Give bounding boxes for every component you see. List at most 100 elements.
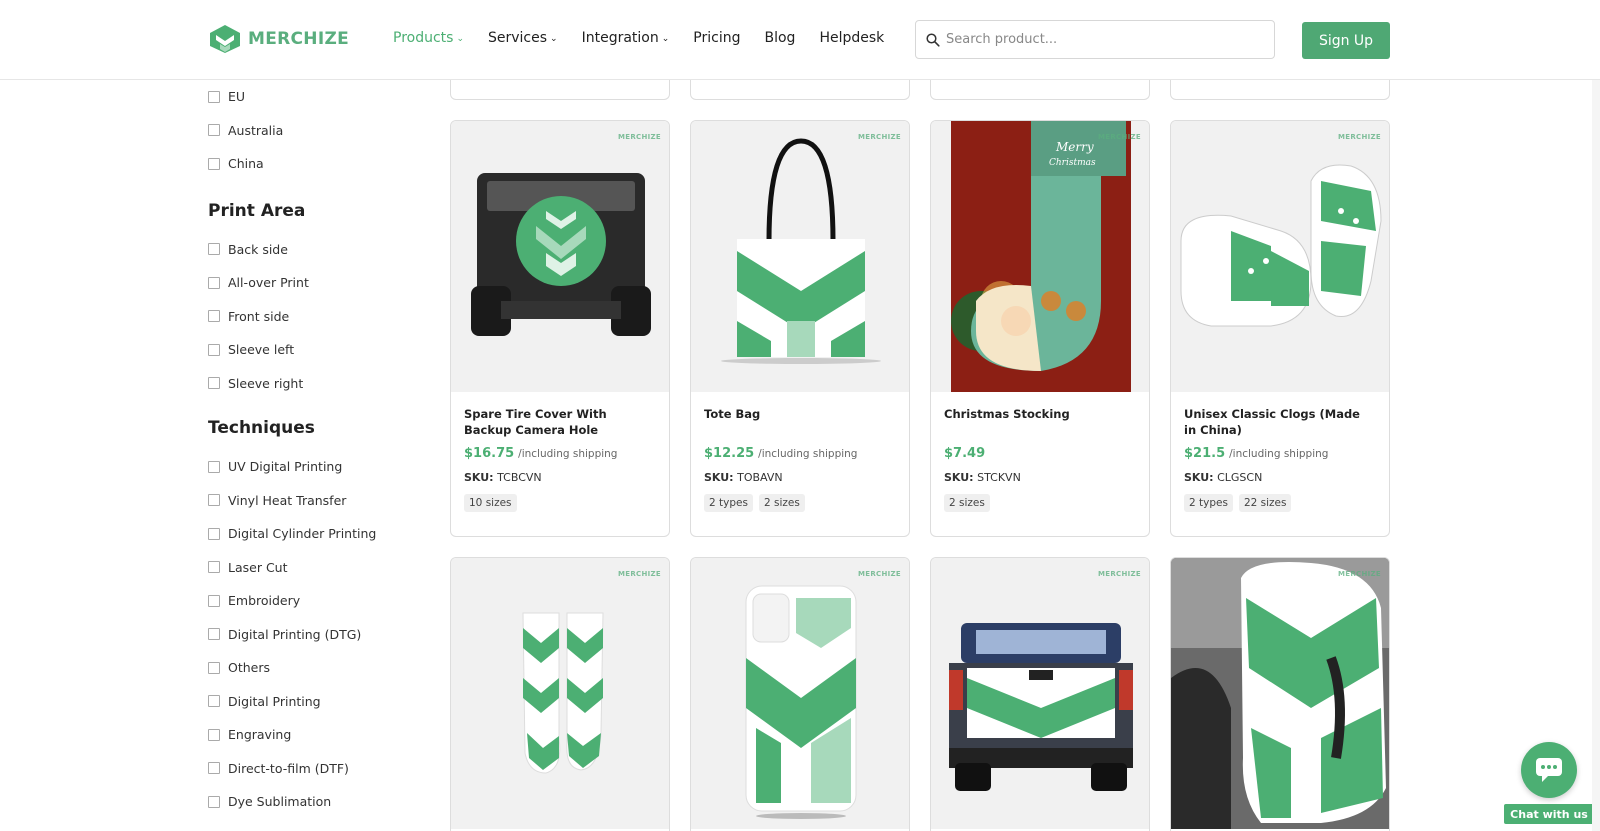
filter-technique[interactable]: Others xyxy=(208,651,428,685)
filter-technique[interactable]: Digital Cylinder Printing xyxy=(208,517,428,551)
checkbox[interactable] xyxy=(208,276,220,289)
filter-technique[interactable]: Dye Sublimation xyxy=(208,785,428,819)
checkbox[interactable] xyxy=(208,460,220,473)
sku-line: SKU: TOBAVN xyxy=(704,471,896,484)
product-info: Unisex Classic Clogs (Made in China) $21… xyxy=(1171,392,1389,524)
product-title[interactable]: Unisex Classic Clogs (Made in China) xyxy=(1184,406,1376,440)
chat-label[interactable]: Chat with us xyxy=(1504,804,1594,824)
nav-services[interactable]: Services ⌄ xyxy=(488,30,558,46)
nav-label: Blog xyxy=(764,30,796,46)
checkbox[interactable] xyxy=(208,728,220,741)
merchize-logo[interactable]: MERCHIZE xyxy=(208,24,349,54)
search-box[interactable] xyxy=(915,20,1275,59)
search-icon xyxy=(926,32,940,47)
product-card-stub[interactable] xyxy=(930,80,1150,100)
filter-label: All-over Print xyxy=(228,275,309,291)
filter-label: UV Digital Printing xyxy=(228,459,343,475)
filter-label: EU xyxy=(228,89,246,105)
checkbox[interactable] xyxy=(208,377,220,390)
filter-print-area[interactable]: Sleeve left xyxy=(208,333,428,367)
product-card[interactable]: MERCHIZE xyxy=(690,557,910,831)
filter-label: Sleeve left xyxy=(228,342,295,358)
nav-label: Pricing xyxy=(693,30,741,46)
filter-label: Others xyxy=(228,660,271,676)
car-seat-cover-illustration xyxy=(1171,558,1389,829)
truck-tailgate-image[interactable]: MERCHIZE xyxy=(931,558,1149,829)
car-seat-cover-image[interactable]: MERCHIZE xyxy=(1171,558,1389,829)
filter-technique[interactable]: Vinyl Heat Transfer xyxy=(208,484,428,518)
checkbox[interactable] xyxy=(208,243,220,256)
filter-print-area[interactable]: Sleeve right xyxy=(208,367,428,401)
checkbox[interactable] xyxy=(208,594,220,607)
checkbox[interactable] xyxy=(208,628,220,641)
filter-print-area[interactable]: All-over Print xyxy=(208,266,428,300)
product-card-stub[interactable] xyxy=(450,80,670,100)
checkbox[interactable] xyxy=(208,561,220,574)
socks-illustration xyxy=(522,612,604,774)
sku-value: TOBAVN xyxy=(737,471,783,484)
product-title[interactable]: Christmas Stocking xyxy=(944,406,1136,440)
filter-location-australia[interactable]: Australia xyxy=(208,114,428,148)
filter-print-area[interactable]: Back side xyxy=(208,233,428,267)
clogs-image[interactable]: MERCHIZE xyxy=(1171,121,1389,392)
checkbox[interactable] xyxy=(208,762,220,775)
filter-technique[interactable]: Embroidery xyxy=(208,584,428,618)
checkbox[interactable] xyxy=(208,157,220,170)
watermark: MERCHIZE xyxy=(858,570,901,578)
search-input[interactable] xyxy=(946,32,1246,47)
product-title[interactable]: Spare Tire Cover With Backup Camera Hole xyxy=(464,406,656,440)
checkbox[interactable] xyxy=(208,695,220,708)
spare-tire-cover-image[interactable]: MERCHIZE xyxy=(451,121,669,392)
filter-label: Front side xyxy=(228,308,290,324)
product-card-stub[interactable] xyxy=(1170,80,1390,100)
product-card[interactable]: MERCHIZE Spare Tire Cover With Backup Ca… xyxy=(450,120,670,537)
chat-icon[interactable] xyxy=(1521,742,1577,798)
checkbox[interactable] xyxy=(208,527,220,540)
checkbox[interactable] xyxy=(208,494,220,507)
chat-widget[interactable]: Chat with us xyxy=(1504,742,1594,827)
nav-helpdesk[interactable]: Helpdesk xyxy=(819,30,884,46)
nav-integration[interactable]: Integration ⌄ xyxy=(582,30,670,46)
nav-products[interactable]: Products ⌄ xyxy=(393,30,464,46)
product-card[interactable]: MERCHIZE xyxy=(450,557,670,831)
phone-case-illustration xyxy=(745,585,857,819)
filter-print-area[interactable]: Front side xyxy=(208,300,428,334)
filter-technique[interactable]: Laser Cut xyxy=(208,551,428,585)
socks-image[interactable]: MERCHIZE xyxy=(451,558,669,829)
filter-label: Laser Cut xyxy=(228,559,288,575)
page-scrollbar[interactable] xyxy=(1592,0,1600,831)
filter-technique[interactable]: Direct-to-film (DTF) xyxy=(208,752,428,786)
size-tag: 22 sizes xyxy=(1238,494,1292,512)
filter-label: Australia xyxy=(228,122,284,138)
checkbox[interactable] xyxy=(208,343,220,356)
tote-bag-image[interactable]: MERCHIZE xyxy=(691,121,909,392)
product-info: Spare Tire Cover With Backup Camera Hole… xyxy=(451,392,669,524)
filter-technique[interactable]: Engraving xyxy=(208,718,428,752)
product-card[interactable]: Merry Christmas MERCHIZE Christmas Stock… xyxy=(930,120,1150,537)
filter-location-china[interactable]: China xyxy=(208,147,428,181)
filter-label: Embroidery xyxy=(228,593,301,609)
nav-blog[interactable]: Blog xyxy=(765,30,796,46)
nav-pricing[interactable]: Pricing xyxy=(693,30,740,46)
product-card-stub[interactable] xyxy=(690,80,910,100)
filter-technique[interactable]: UV Digital Printing xyxy=(208,450,428,484)
filter-technique[interactable]: Digital Printing xyxy=(208,685,428,719)
christmas-stocking-image[interactable]: Merry Christmas MERCHIZE xyxy=(931,121,1149,392)
sku-line: SKU: TCBCVN xyxy=(464,471,656,484)
chevron-down-icon: ⌄ xyxy=(661,33,670,44)
checkbox[interactable] xyxy=(208,310,220,323)
checkbox[interactable] xyxy=(208,661,220,674)
product-card[interactable]: MERCHIZE Unisex Classic Clogs (Made in C… xyxy=(1170,120,1390,537)
sign-up-button[interactable]: Sign Up xyxy=(1302,22,1390,59)
sku-line: SKU: CLGSCN xyxy=(1184,471,1376,484)
product-card[interactable]: MERCHIZE xyxy=(1170,557,1390,831)
checkbox[interactable] xyxy=(208,795,220,808)
product-card[interactable]: MERCHIZE xyxy=(930,557,1150,831)
filter-technique[interactable]: Digital Printing (DTG) xyxy=(208,618,428,652)
checkbox[interactable] xyxy=(208,90,220,103)
product-title[interactable]: Tote Bag xyxy=(704,406,896,440)
phone-case-image[interactable]: MERCHIZE xyxy=(691,558,909,829)
checkbox[interactable] xyxy=(208,124,220,137)
product-card[interactable]: MERCHIZE Tote Bag $12.25 /including ship… xyxy=(690,120,910,537)
filter-location-eu[interactable]: EU xyxy=(208,80,428,114)
